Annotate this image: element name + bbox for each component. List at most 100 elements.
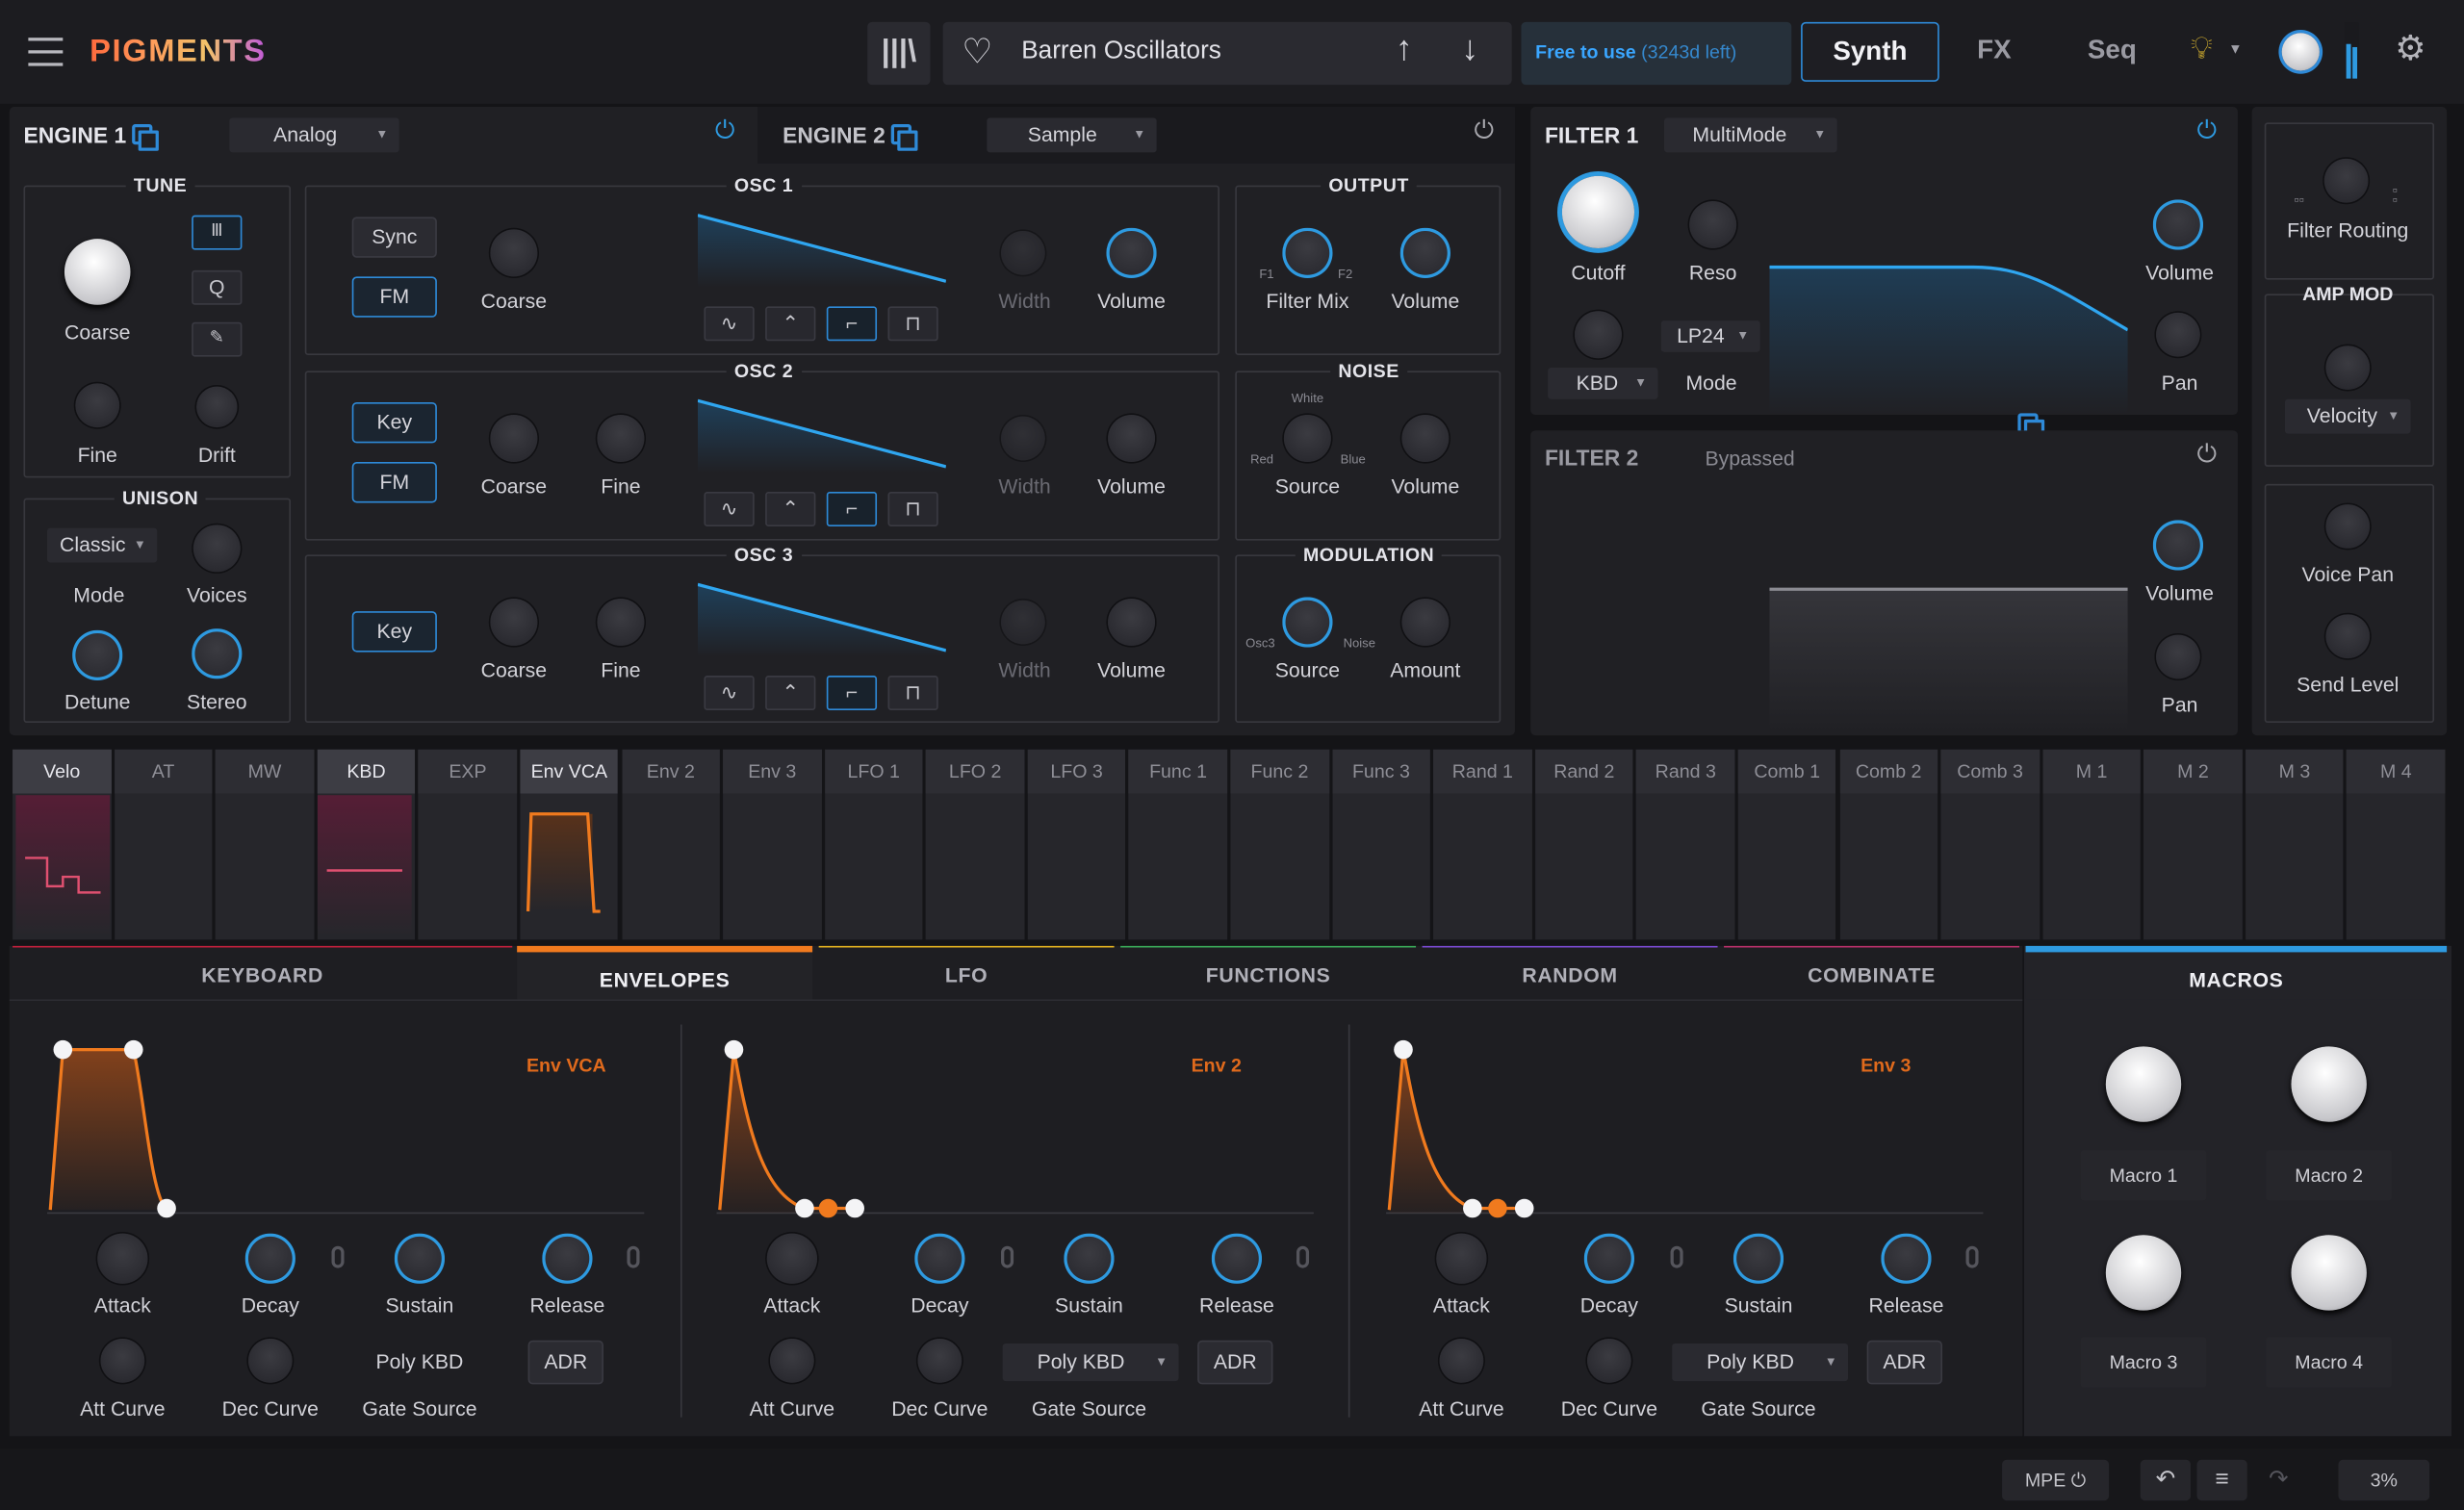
saw-wave-icon[interactable]: ⌐	[826, 306, 878, 342]
macro-3-knob[interactable]	[2105, 1235, 2182, 1311]
pan-knob[interactable]	[2156, 634, 2200, 679]
link-icon[interactable]	[627, 1245, 640, 1268]
square-wave-icon[interactable]: ⊓	[887, 306, 938, 342]
sustain-knob[interactable]	[1732, 1233, 1784, 1284]
mod-source-func-2[interactable]: Func 2	[1230, 749, 1329, 940]
heart-icon[interactable]: ♡	[962, 32, 992, 72]
triangle-wave-icon[interactable]: ⌃	[765, 306, 816, 342]
fine-knob[interactable]	[75, 383, 120, 428]
attack-knob[interactable]	[766, 1233, 818, 1284]
volume-knob[interactable]	[1399, 227, 1450, 278]
macro-1-label[interactable]: Macro 1	[2080, 1150, 2207, 1201]
triangle-wave-icon[interactable]: ⌃	[765, 492, 816, 526]
coarse-knob[interactable]	[490, 599, 538, 647]
macro-1-knob[interactable]	[2105, 1046, 2182, 1122]
engine1-type-select[interactable]: Analog ▼	[229, 117, 399, 153]
amp-mod-select[interactable]: Velocity ▼	[2284, 398, 2411, 434]
volume-knob[interactable]	[2152, 520, 2204, 571]
noise-source-knob[interactable]	[1283, 415, 1331, 463]
tab-envelopes[interactable]: ENVELOPES	[517, 945, 813, 1000]
filter-mix-knob[interactable]	[1282, 227, 1333, 278]
filter1-title[interactable]: FILTER 1	[1545, 122, 1638, 147]
release-knob[interactable]	[1881, 1233, 1932, 1284]
mod-source-m-4[interactable]: M 4	[2347, 749, 2446, 940]
fine-knob[interactable]	[597, 599, 645, 647]
amount-knob[interactable]	[1401, 599, 1450, 647]
coarse-knob[interactable]	[490, 415, 538, 463]
fine-knob[interactable]	[597, 415, 645, 463]
decay-knob[interactable]	[1583, 1233, 1635, 1284]
fm-button[interactable]: FM	[351, 276, 437, 318]
triangle-wave-icon[interactable]: ⌃	[765, 676, 816, 710]
tab-synth[interactable]: Synth	[1801, 21, 1939, 82]
volume-knob[interactable]	[1108, 415, 1156, 463]
preset-name[interactable]: Barren Oscillators	[1021, 38, 1221, 65]
link-icon[interactable]	[1296, 1245, 1310, 1268]
tab-fx[interactable]: FX	[1953, 35, 2035, 66]
volume-knob[interactable]	[1108, 599, 1156, 647]
link-icon[interactable]	[1001, 1245, 1014, 1268]
att-curve-knob[interactable]	[770, 1339, 814, 1383]
mod-source-m-2[interactable]: M 2	[2143, 749, 2243, 940]
copy-icon[interactable]	[890, 123, 918, 151]
dec-curve-knob[interactable]	[917, 1339, 962, 1383]
decay-knob[interactable]	[244, 1233, 295, 1284]
chevron-down-icon[interactable]: ▼	[2228, 40, 2243, 56]
link-icon[interactable]	[1670, 1245, 1683, 1268]
pan-knob[interactable]	[2156, 312, 2200, 357]
square-wave-icon[interactable]: ⊓	[887, 492, 938, 526]
mod-source-m-3[interactable]: M 3	[2245, 749, 2345, 940]
quantize-button[interactable]: Q	[192, 269, 243, 305]
power-icon[interactable]: ⏻	[1474, 117, 1494, 145]
coarse-knob[interactable]	[64, 239, 131, 305]
mod-source-exp[interactable]: EXP	[418, 749, 518, 940]
mod-source-lfo-3[interactable]: LFO 3	[1027, 749, 1126, 940]
mod-source-func-1[interactable]: Func 1	[1128, 749, 1228, 940]
adr-mode-button[interactable]: ADR	[1866, 1340, 1943, 1385]
power-icon[interactable]: ⏻	[715, 117, 735, 145]
gate-source-select[interactable]: Poly KBD ▼	[1002, 1343, 1179, 1382]
att-curve-knob[interactable]	[1439, 1339, 1484, 1383]
width-knob[interactable]	[1001, 416, 1045, 461]
volume-knob[interactable]	[2152, 199, 2204, 250]
filter-mode-select[interactable]: LP24 ▼	[1660, 320, 1760, 352]
sine-wave-icon[interactable]: ∿	[704, 306, 755, 342]
link-icon[interactable]	[1965, 1245, 1979, 1268]
link-icon[interactable]	[331, 1245, 345, 1268]
stereo-knob[interactable]	[192, 628, 243, 679]
engine2-title[interactable]: ENGINE 2	[783, 122, 886, 147]
mod-source-env-2[interactable]: Env 2	[621, 749, 720, 940]
gate-source-value[interactable]: Poly KBD	[376, 1349, 464, 1372]
power-icon[interactable]: ⏻	[2197, 442, 2218, 470]
width-knob[interactable]	[1001, 231, 1045, 275]
saw-wave-icon[interactable]: ⌐	[826, 676, 878, 710]
mod-source-comb-1[interactable]: Comb 1	[1737, 749, 1836, 940]
tab-functions[interactable]: FUNCTIONS	[1120, 945, 1417, 1000]
license-badge[interactable]: Free to use (3243d left)	[1521, 21, 1792, 86]
kbd-knob[interactable]	[1574, 311, 1622, 359]
mod-source-func-3[interactable]: Func 3	[1331, 749, 1431, 940]
arrow-up-icon[interactable]: ↑	[1396, 28, 1413, 68]
mod-source-at[interactable]: AT	[114, 749, 213, 940]
gear-icon[interactable]: ⚙	[2395, 28, 2426, 68]
tab-lfo[interactable]: LFO	[818, 945, 1115, 1000]
tab-combinate[interactable]: COMBINATE	[1724, 945, 2020, 1000]
copy-icon[interactable]	[132, 123, 159, 151]
tab-keyboard[interactable]: KEYBOARD	[13, 945, 513, 1000]
tab-macros[interactable]: MACROS	[2025, 945, 2448, 1000]
filter1-type-select[interactable]: MultiMode ▼	[1664, 117, 1837, 153]
key-button[interactable]: Key	[351, 401, 437, 444]
filter2-state[interactable]: Bypassed	[1705, 447, 1794, 470]
release-knob[interactable]	[1211, 1233, 1263, 1284]
volume-knob[interactable]	[1106, 227, 1157, 278]
macro-3-label[interactable]: Macro 3	[2080, 1337, 2207, 1388]
mod-source-rand-2[interactable]: Rand 2	[1534, 749, 1633, 940]
mod-source-comb-2[interactable]: Comb 2	[1839, 749, 1938, 940]
voice-pan-knob[interactable]	[2325, 504, 2371, 549]
filter-routing-knob[interactable]	[2323, 158, 2369, 203]
adr-mode-button[interactable]: ADR	[527, 1340, 603, 1385]
keyboard-scale-icon[interactable]: Ⅲ	[192, 215, 243, 250]
sustain-knob[interactable]	[1064, 1233, 1115, 1284]
reso-knob[interactable]	[1689, 200, 1737, 248]
macro-2-knob[interactable]	[2291, 1046, 2367, 1122]
